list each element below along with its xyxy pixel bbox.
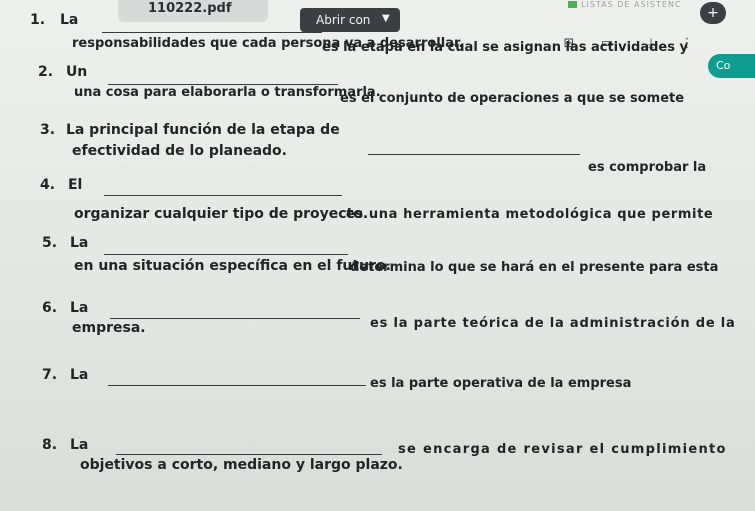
question-continuation: en una situación específica en el futuro… [74,258,391,274]
question-number: 6. [42,300,58,316]
question-1: 1. La [30,12,78,28]
app-title-label: LISTAS DE ASISTENC [581,0,682,9]
answer-blank[interactable] [104,254,348,255]
answer-blank[interactable] [108,385,366,386]
question-lead: La [69,367,89,383]
worksheet-page: 110222.pdf Abrir con ▼ LISTAS DE ASISTEN… [0,0,755,511]
question-6: 6. La [42,300,88,316]
question-number: 5. [42,235,58,251]
open-with-button[interactable]: Abrir con ▼ [300,8,400,32]
question-8: 8. La [42,437,88,453]
question-text: es una herramienta metodológica que perm… [346,207,714,222]
question-number: 2. [38,64,54,80]
question-text: es comprobar la [588,160,707,175]
question-continuation: organizar cualquier tipo de proyecto. [74,206,369,222]
answer-blank[interactable] [110,318,360,319]
account-chip-label: Co [716,59,731,72]
question-number: 3. [40,122,56,138]
question-lead: El [67,177,83,193]
account-chip[interactable]: Co [708,54,755,78]
question-text: determina lo que se hará en el presente … [350,260,719,275]
file-name: 110222.pdf [148,1,232,16]
question-number: 7. [42,367,58,383]
question-number: 1. [30,12,46,28]
answer-blank[interactable] [102,32,322,33]
question-continuation: objetivos a corto, mediano y largo plazo… [80,457,403,473]
question-lead: La [69,300,89,316]
question-number: 4. [40,177,56,193]
new-button[interactable]: + [700,2,726,24]
question-5: 5. La [42,235,88,251]
question-text: se encarga de revisar el cumplimiento [398,442,727,457]
question-lead: La principal función de la etapa de [65,122,340,138]
answer-blank[interactable] [368,154,580,155]
question-3: 3. La principal función de la etapa de [40,122,340,138]
question-continuation: una cosa para elaborarla o transformarla… [74,85,381,100]
question-number: 8. [42,437,58,453]
question-lead: La [69,235,89,251]
question-lead: La [59,12,79,28]
question-text: es el conjunto de operaciones a que se s… [340,91,685,106]
question-continuation: responsabilidades que cada persona va a … [72,36,464,51]
question-lead: La [69,437,89,453]
question-7: 7. La [42,367,88,383]
question-text: es la parte operativa de la empresa [370,376,632,391]
chevron-down-icon: ▼ [382,13,390,24]
question-continuation: empresa. [72,320,146,336]
open-with-label: Abrir con [316,13,371,27]
question-continuation: efectividad de lo planeado. [72,143,287,159]
question-lead: Un [65,64,88,80]
sheets-icon [568,1,577,8]
question-text: es la parte teórica de la administración… [370,316,736,331]
file-name-tab[interactable]: 110222.pdf [118,0,268,22]
answer-blank[interactable] [104,195,342,196]
question-4: 4. El [40,177,82,193]
answer-blank[interactable] [116,454,382,455]
app-title: LISTAS DE ASISTENC [568,0,698,12]
question-2: 2. Un [38,64,87,80]
